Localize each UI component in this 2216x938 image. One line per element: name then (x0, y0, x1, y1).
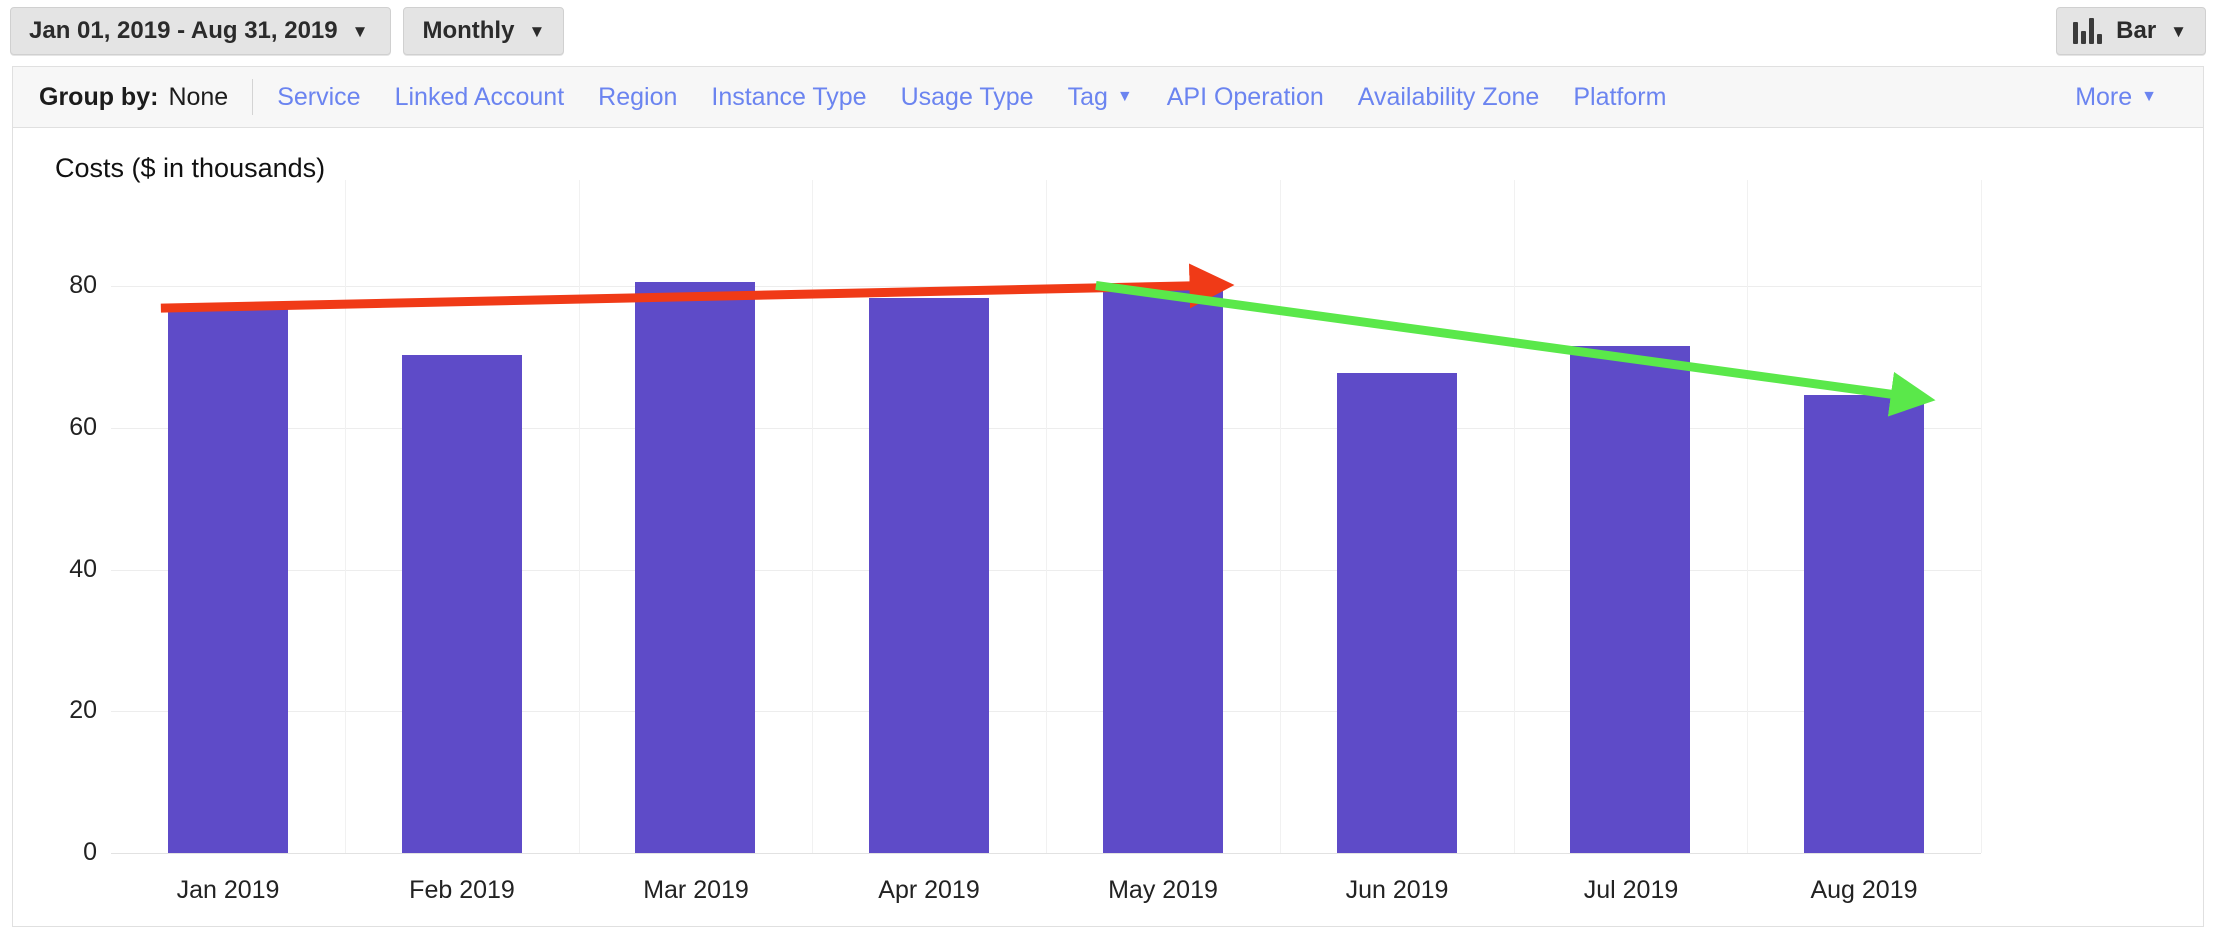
chart-type-selector[interactable]: Bar ▼ (2056, 7, 2206, 55)
group-by-link-service[interactable]: Service (277, 83, 360, 112)
vertical-gridline (1046, 180, 1047, 853)
group-by-link-label: Availability Zone (1357, 82, 1540, 111)
vertical-gridline (345, 180, 346, 853)
group-by-link-usage-type[interactable]: Usage Type (901, 83, 1034, 112)
group-by-link-availability-zone[interactable]: Availability Zone (1358, 83, 1540, 112)
bar-chart-icon (2073, 18, 2103, 44)
group-by-link-label: Region (598, 82, 678, 111)
group-by-link-list: Service Linked Account Region Instance Type… (277, 83, 2177, 112)
bar-may-2019[interactable] (1103, 283, 1223, 853)
vertical-gridline (1747, 180, 1748, 853)
y-axis-tick-label: 60 (69, 412, 97, 441)
chevron-down-icon: ▼ (2141, 88, 2157, 105)
bar-mar-2019[interactable] (635, 282, 755, 853)
group-by-link-linked-account[interactable]: Linked Account (395, 83, 565, 112)
group-by-link-tag[interactable]: Tag ▼ (1068, 83, 1133, 112)
axis-baseline (111, 853, 1981, 854)
group-by-link-api-operation[interactable]: API Operation (1167, 83, 1324, 112)
group-by-link-region[interactable]: Region (598, 83, 677, 112)
group-by-link-platform[interactable]: Platform (1573, 83, 1666, 112)
bar-chart-plot: 0 20 40 60 80 Jan 2019 Feb 2019 Mar 2019 Apr 201… (13, 128, 2203, 926)
group-by-link-label: Tag (1067, 82, 1108, 111)
vertical-gridline (1280, 180, 1281, 853)
group-by-link-label: Linked Account (394, 82, 565, 111)
divider (252, 79, 254, 115)
bar-feb-2019[interactable] (402, 355, 522, 853)
cost-chart-panel: Costs ($ in thousands) 0 20 40 60 80 Jan 2019… (12, 127, 2204, 927)
x-axis-tick-label: Jan 2019 (176, 876, 280, 904)
x-axis-tick-label: Jul 2019 (1583, 876, 1679, 904)
vertical-gridline (1981, 180, 1982, 853)
date-range-label: Jan 01, 2019 - Aug 31, 2019 (29, 17, 338, 44)
y-axis-tick-label: 40 (69, 554, 97, 583)
y-axis-tick-label: 0 (83, 838, 97, 866)
x-axis-tick-label: Feb 2019 (409, 876, 515, 904)
x-axis-tick-label: Apr 2019 (878, 876, 980, 904)
group-by-link-label: API Operation (1166, 82, 1324, 111)
granularity-selector[interactable]: Monthly ▼ (403, 7, 565, 55)
x-axis-tick-label: Mar 2019 (643, 876, 749, 904)
x-axis-tick-label: Jun 2019 (1345, 876, 1449, 904)
group-by-value: None (168, 82, 229, 111)
chevron-down-icon: ▼ (528, 21, 546, 41)
chevron-down-icon: ▼ (1116, 88, 1133, 105)
bar-jul-2019[interactable] (1570, 346, 1690, 853)
vertical-gridline (1514, 180, 1515, 853)
x-axis-tick-label: May 2019 (1108, 876, 1218, 904)
group-by-bar: Group by: None Service Linked Account Regi… (12, 66, 2204, 128)
chevron-down-icon: ▼ (2170, 21, 2187, 41)
y-axis-tick-label: 20 (69, 696, 97, 725)
bar-jun-2019[interactable] (1337, 373, 1457, 853)
top-toolbar: Jan 01, 2019 - Aug 31, 2019 ▼ Monthly ▼ … (0, 0, 2216, 62)
date-range-picker[interactable]: Jan 01, 2019 - Aug 31, 2019 ▼ (10, 7, 392, 55)
bar-aug-2019[interactable] (1804, 395, 1924, 853)
vertical-gridline (579, 180, 580, 853)
group-by-link-label: Usage Type (900, 82, 1034, 111)
group-by-link-label: Service (277, 82, 361, 111)
group-by-link-label: Platform (1573, 82, 1667, 111)
group-by-link-instance-type[interactable]: Instance Type (711, 83, 866, 112)
group-by-more-label: More (2075, 82, 2133, 111)
granularity-label: Monthly (422, 17, 515, 44)
group-by-more-button[interactable]: More ▼ (2075, 83, 2157, 112)
bar-jan-2019[interactable] (168, 306, 288, 853)
chevron-down-icon: ▼ (351, 21, 369, 41)
group-by-link-label: Instance Type (711, 82, 867, 111)
group-by-label: Group by: (39, 82, 159, 111)
chart-type-label: Bar (2116, 17, 2157, 44)
bar-apr-2019[interactable] (869, 298, 989, 853)
x-axis-tick-label: Aug 2019 (1810, 876, 1918, 904)
vertical-gridline (812, 180, 813, 853)
y-axis-tick-label: 80 (69, 271, 97, 300)
